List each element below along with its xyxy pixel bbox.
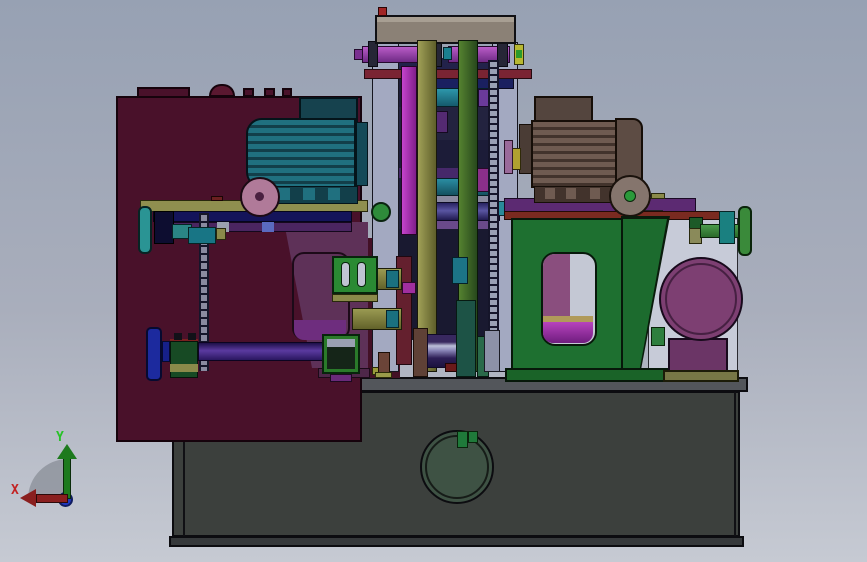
machine-base-flange [169, 536, 744, 547]
pulley-left-hole [255, 192, 264, 201]
pedestal-base-olive [663, 370, 739, 382]
bracket-khaki-strip [332, 294, 378, 302]
tool-box-foot-purple [330, 374, 352, 382]
motor-r-foot-slot-c [590, 188, 600, 199]
shaft-end-green-dot [516, 50, 522, 58]
end-flange-green[interactable] [738, 206, 752, 256]
shaft-nub-teal [443, 47, 452, 60]
motor-right-body[interactable] [531, 120, 617, 188]
plate-lug-c [282, 88, 292, 97]
cap-knob-red [378, 7, 387, 16]
tool-box-top [327, 339, 355, 347]
plate-lug-a [243, 88, 254, 97]
bracket-slot-b [357, 262, 366, 287]
left-shaft-navy-block [154, 211, 174, 244]
x-axis-arrowhead-icon [20, 489, 36, 507]
bearing-cap-b [188, 333, 196, 340]
plate-lug-b [264, 88, 275, 97]
cad-viewport[interactable]: X Y [0, 0, 867, 562]
olive-cyl-cap-lower [386, 310, 399, 328]
motor-foot-slot-c [328, 188, 340, 200]
slide-block-gray [484, 330, 500, 372]
khaki-beam-tab-red [211, 196, 223, 201]
pulley-right-hub [624, 190, 636, 202]
khaki-foot-left [375, 372, 392, 378]
z-axis-dot-icon [58, 492, 73, 507]
olive-cyl-cap-upper [386, 270, 399, 288]
column-magenta[interactable] [401, 66, 417, 235]
motor-r-foot-slot-a [545, 188, 555, 199]
tool-box-cavity [327, 347, 355, 369]
slot-bracket-green[interactable] [332, 256, 378, 294]
motor-r-foot-slot-b [566, 188, 576, 199]
y-axis-arrowhead-icon [57, 444, 77, 459]
hole-notch-b [468, 431, 478, 443]
left-shaft-flange-disc[interactable] [138, 206, 152, 254]
y-axis-label: Y [56, 430, 64, 445]
right-stand-foot [505, 368, 677, 382]
left-khaki-nub [216, 228, 226, 240]
hole-notch-a [457, 431, 468, 448]
tie-bar-red[interactable] [364, 69, 532, 79]
crown-cap[interactable] [375, 15, 516, 44]
teal-clamp-mid [452, 257, 468, 284]
bracket-slot-a [341, 262, 350, 287]
lower-disc-stub [162, 341, 170, 362]
triad-arc-fan [28, 459, 68, 499]
bearing-khaki-strip [170, 364, 198, 372]
bearing-cap-a [174, 333, 182, 340]
motor-left-end-bell [356, 122, 368, 186]
lower-disc-blue[interactable] [146, 327, 162, 381]
x-axis-arrow-icon [36, 494, 68, 503]
purple-beam-seg-blue [262, 222, 274, 232]
lower-bearing-green[interactable] [170, 341, 198, 378]
end-block-teal [719, 211, 735, 244]
flywheel-ring [665, 263, 737, 335]
die-block-green [456, 300, 476, 377]
shaft-knob-yellow [512, 148, 521, 170]
guide-post-brown-far-left [378, 352, 390, 374]
ram-foot-red [445, 363, 457, 372]
magenta-nub [402, 282, 416, 294]
y-axis-arrow-icon [63, 458, 71, 499]
x-axis-label: X [11, 483, 19, 498]
column-olive[interactable] [417, 40, 437, 372]
motor-foot-slot-b [303, 188, 315, 200]
left-bearing-teal-block [188, 227, 216, 244]
purple-bit-left-of-motor [504, 140, 513, 174]
beam-tab-khaki [651, 193, 665, 199]
flywheel-green-nub [651, 327, 665, 346]
cutout-purple-roll [543, 322, 593, 343]
lead-screw [488, 60, 499, 372]
drive-shaft-purple[interactable] [198, 342, 324, 361]
plate-lug-dome [209, 84, 235, 97]
guide-post-brown-left [413, 328, 428, 377]
shaft-flange-left [368, 41, 378, 67]
flywheel-pedestal [668, 338, 728, 372]
plate-lug-wide [137, 87, 190, 98]
idler-disc-green[interactable] [371, 202, 391, 222]
base-panel-line-right [734, 392, 736, 536]
